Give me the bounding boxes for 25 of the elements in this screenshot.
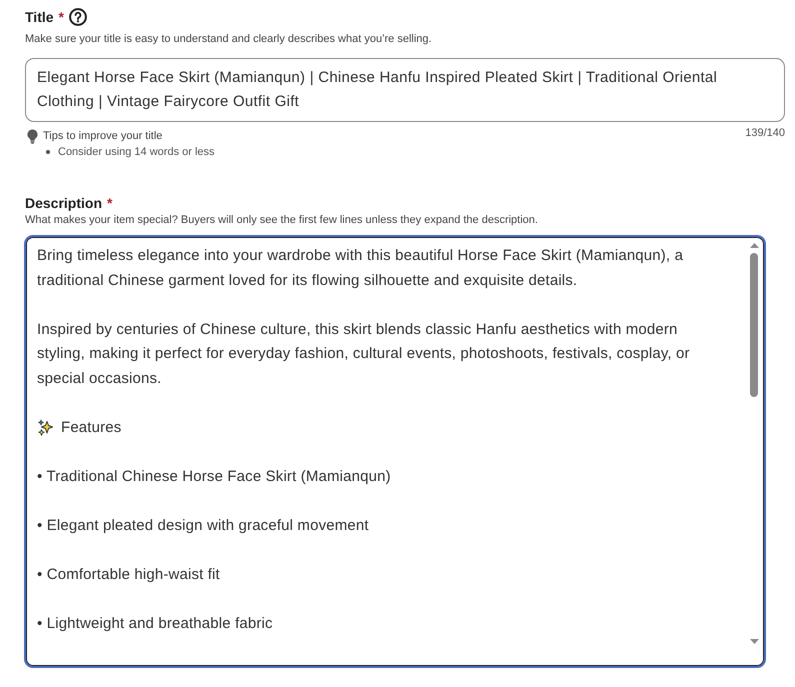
description-field[interactable] (24, 235, 766, 668)
scrollbar-thumb[interactable] (750, 253, 758, 397)
lightbulb-icon (27, 129, 38, 144)
character-counter: 139/140 (745, 126, 785, 140)
help-icon[interactable] (68, 8, 87, 26)
title-hint: Make sure your title is easy to understand and clearly describes what you’re selling. (25, 32, 433, 46)
description-hint: What makes your item special? Buyers will only see the first few lines unless they expand the description. (25, 213, 539, 227)
sparkles-icon (37, 418, 55, 437)
required-asterisk: * (107, 194, 112, 213)
field-label: Title (25, 8, 54, 27)
tip-item: Consider using 14 words or less (58, 145, 215, 160)
scroll-up-arrow-icon[interactable] (750, 243, 758, 248)
description-paragraph: Bring timeless elegance into your wardrobe with this beautiful Horse Face Skirt (Mamianqun), a traditional Chinese garment loved for its flowing silhouette and exquisite details. (37, 246, 684, 290)
description-paragraph: • Traditional Chinese Horse Face Skirt (Mamianqun) (37, 466, 392, 486)
field-label: Description (25, 194, 102, 213)
bullet-dot-icon (46, 150, 50, 154)
description-paragraph: Inspired by centuries of Chinese culture, this skirt blends classic Hanfu aesthetics with modern styling, making it perfect for everyday fashion, cultural events, photoshoots, festivals, cosplay, or special occasions. (37, 320, 691, 388)
description-paragraph: • Comfortable high-waist fit (37, 564, 221, 584)
scroll-down-arrow-icon[interactable] (750, 639, 758, 644)
description-paragraph: • Elegant pleated design with graceful movement (37, 516, 370, 536)
required-asterisk: * (58, 8, 64, 27)
description-heading: Features (61, 418, 122, 438)
description-paragraph: • Lightweight and breathable fabric (37, 614, 274, 634)
title-field[interactable]: Elegant Horse Face Skirt (Mamianqun) | Chinese Hanfu Inspired Pleated Skirt | Traditional Oriental Clothing | Vintage Fairycore Outfit Gift (25, 58, 785, 122)
tips-heading: Tips to improve your title (43, 129, 162, 144)
